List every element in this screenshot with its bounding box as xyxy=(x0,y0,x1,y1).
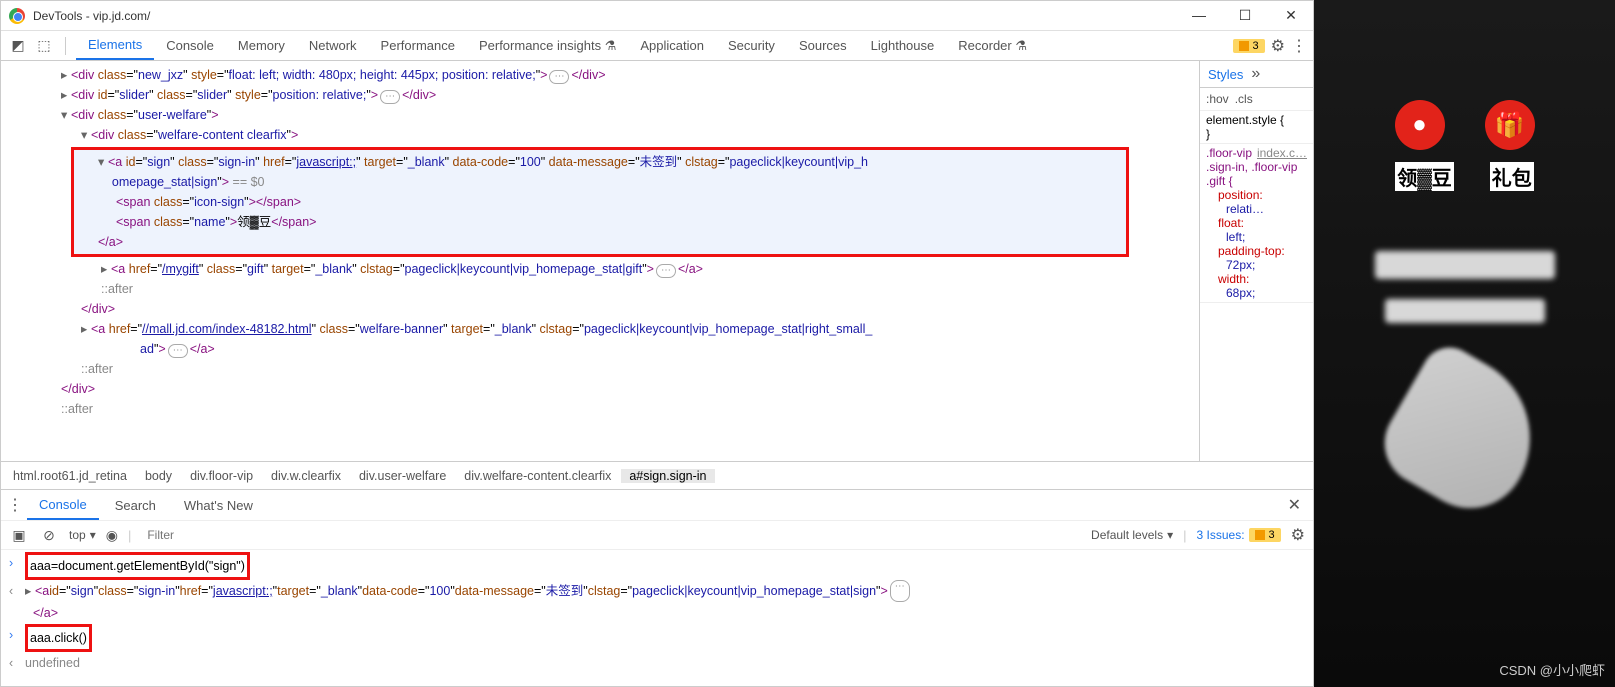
drawer-close-icon[interactable]: ✕ xyxy=(1288,495,1307,515)
tab-console[interactable]: Console xyxy=(154,31,226,60)
console-input-1: aaa=document.getElementById("sign") xyxy=(25,552,250,580)
tab-lighthouse[interactable]: Lighthouse xyxy=(859,31,947,60)
drawer-tab-search[interactable]: Search xyxy=(103,498,168,513)
panel-tabs: Elements Console Memory Network Performa… xyxy=(76,31,1039,60)
target-page: ● 🎁 领▓豆 礼包 CSDN @小小爬虾 xyxy=(1314,0,1615,687)
blurred-banner xyxy=(1375,251,1555,279)
chrome-icon xyxy=(9,8,25,24)
settings-icon[interactable]: ⚙ xyxy=(1271,36,1285,56)
tab-sources[interactable]: Sources xyxy=(787,31,859,60)
tab-perf-insights[interactable]: Performance insights ⚗ xyxy=(467,31,628,60)
inspect-icon[interactable]: ◩ xyxy=(7,35,29,57)
issues-link[interactable]: 3 Issues: 3 xyxy=(1197,528,1281,542)
issues-badge[interactable]: 3 xyxy=(1233,39,1265,53)
drawer-tab-whatsnew[interactable]: What's New xyxy=(172,498,265,513)
gift-label[interactable]: 礼包 xyxy=(1490,162,1534,191)
gift-icon[interactable]: 🎁 xyxy=(1485,100,1535,150)
blurred-text xyxy=(1385,299,1545,323)
drawer-menu-icon[interactable]: ⋮ xyxy=(7,495,23,515)
sign-label[interactable]: 领▓豆 xyxy=(1395,162,1454,191)
context-selector[interactable]: top ▾ xyxy=(69,528,96,542)
breadcrumb[interactable]: html.root61.jd_retina body div.floor-vip… xyxy=(1,461,1313,489)
log-levels[interactable]: Default levels ▾ xyxy=(1091,528,1173,542)
main-toolbar: ◩ ⬚ Elements Console Memory Network Perf… xyxy=(1,31,1313,61)
more-tabs-icon[interactable]: » xyxy=(1251,65,1260,83)
watermark: CSDN @小小爬虾 xyxy=(1499,660,1605,679)
close-button[interactable]: ✕ xyxy=(1277,7,1305,24)
console-output[interactable]: ›aaa=document.getElementById("sign") ‹▸<… xyxy=(1,550,1313,676)
maximize-button[interactable]: ☐ xyxy=(1231,7,1259,24)
clear-console-icon[interactable]: ⊘ xyxy=(39,527,59,544)
selected-node[interactable]: ▾<a id="sign" class="sign-in" href="java… xyxy=(71,147,1129,257)
hov-toggle[interactable]: :hov xyxy=(1206,92,1229,106)
blurred-image xyxy=(1369,337,1560,528)
devtools-window: DevTools - vip.jd.com/ — ☐ ✕ ◩ ⬚ Element… xyxy=(0,0,1314,687)
bean-icon[interactable]: ● xyxy=(1395,100,1445,150)
window-title: DevTools - vip.jd.com/ xyxy=(33,9,1185,23)
styles-tab[interactable]: Styles xyxy=(1208,67,1243,82)
cls-toggle[interactable]: .cls xyxy=(1235,92,1253,106)
styles-panel: Styles » :hov .cls element.style { } ind… xyxy=(1199,61,1313,461)
device-icon[interactable]: ⬚ xyxy=(33,35,55,57)
tab-security[interactable]: Security xyxy=(716,31,787,60)
console-input-2: aaa.click() xyxy=(25,624,92,652)
drawer-tab-console[interactable]: Console xyxy=(27,490,99,520)
console-settings-icon[interactable]: ⚙ xyxy=(1291,525,1305,545)
tab-network[interactable]: Network xyxy=(297,31,369,60)
elements-tree[interactable]: ▸<div class="new_jxz" style="float: left… xyxy=(1,61,1199,461)
more-icon[interactable]: ⋮ xyxy=(1291,36,1307,56)
sidebar-toggle-icon[interactable]: ▣ xyxy=(9,527,29,544)
tab-elements[interactable]: Elements xyxy=(76,31,154,60)
tab-recorder[interactable]: Recorder ⚗ xyxy=(946,31,1039,60)
live-expression-icon[interactable]: ◉ xyxy=(106,527,118,544)
minimize-button[interactable]: — xyxy=(1185,7,1213,24)
console-drawer: ⋮ Console Search What's New ✕ ▣ ⊘ top ▾ … xyxy=(1,489,1313,676)
tab-application[interactable]: Application xyxy=(628,31,716,60)
tab-performance[interactable]: Performance xyxy=(369,31,467,60)
console-filter-input[interactable] xyxy=(147,528,1081,542)
title-bar: DevTools - vip.jd.com/ — ☐ ✕ xyxy=(1,1,1313,31)
tab-memory[interactable]: Memory xyxy=(226,31,297,60)
